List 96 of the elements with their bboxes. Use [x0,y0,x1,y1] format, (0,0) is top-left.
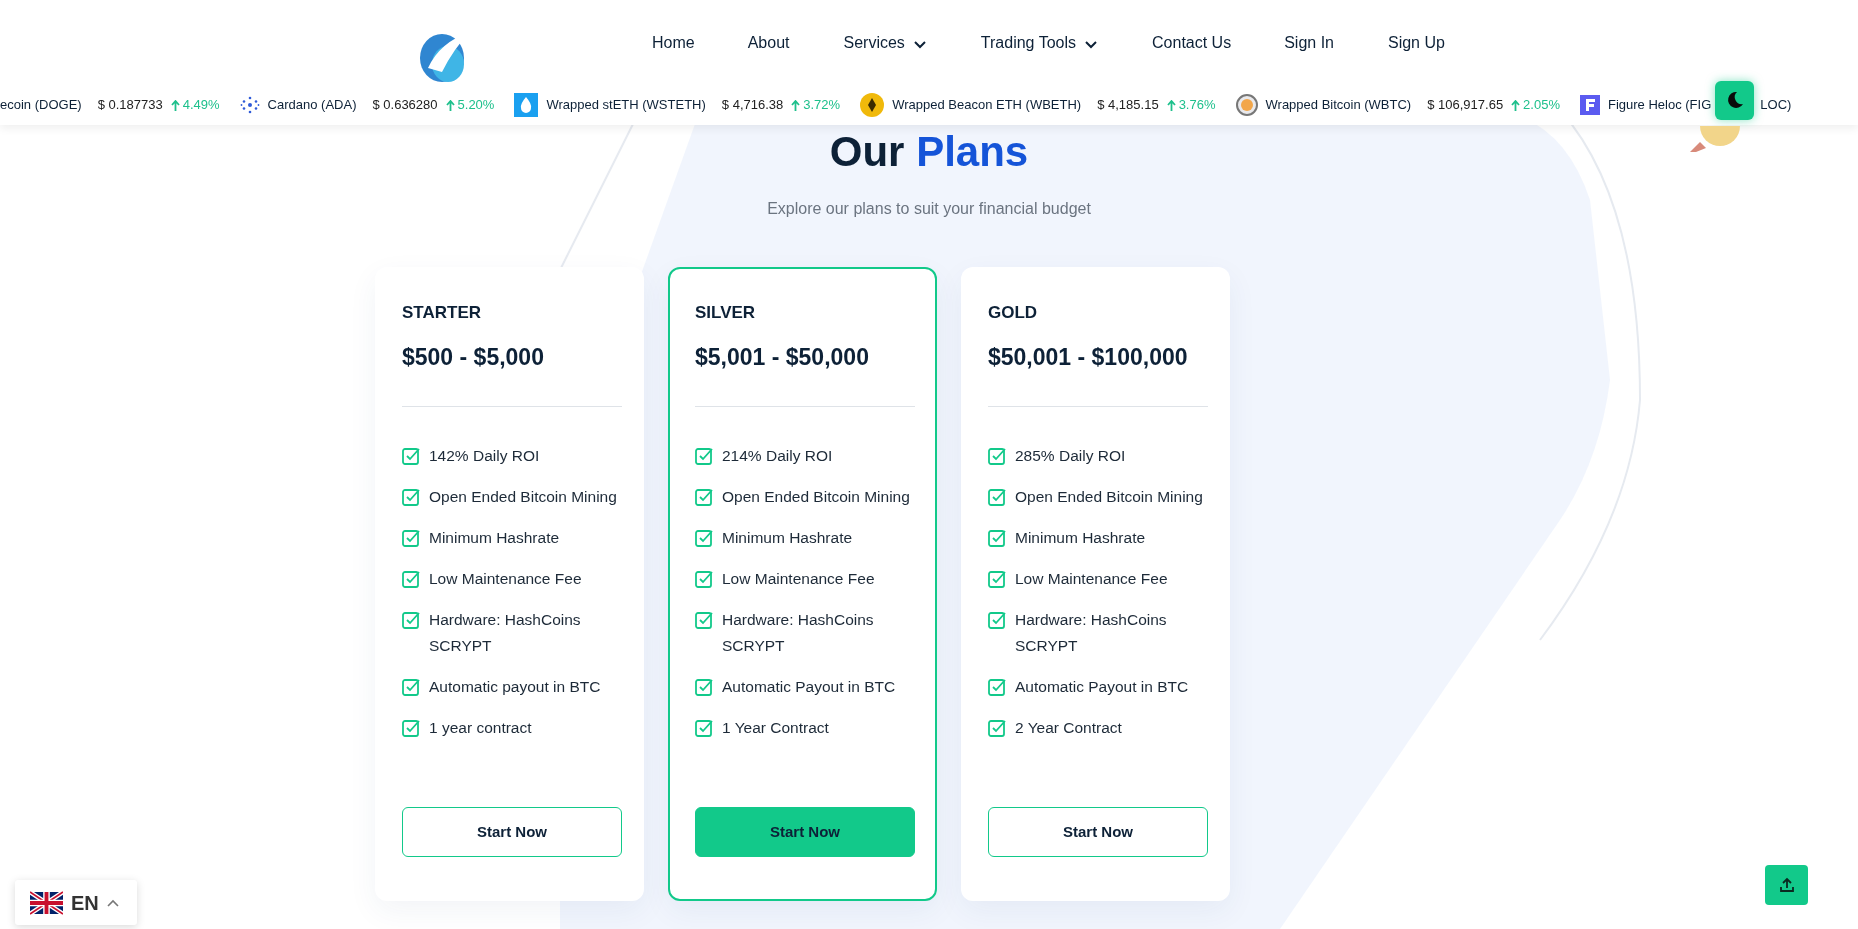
section-title: Our Plans [829,127,1029,177]
feature-text: 2 Year Contract [1015,718,1122,739]
check-icon [695,488,713,507]
arrow-up-icon [170,99,180,111]
check-icon [988,488,1006,507]
check-icon [695,447,713,466]
check-icon [402,447,420,466]
check-icon [402,678,420,697]
check-icon [402,488,420,507]
section-subtitle: Explore our plans to suit your financial budget [767,199,1091,220]
feature-text: Hardware: HashCoins SCRYPT [429,610,582,657]
arrow-up-icon [445,99,455,111]
price-change: 5.20% [445,95,495,115]
eth-coin-icon [860,93,885,117]
plan-name: SILVER [695,303,757,324]
bitcoin-coin-icon [1235,94,1258,116]
coin-name: Wrapped Beacon ETH (WBETH) [892,96,1082,115]
language-selector[interactable]: EN [15,880,137,925]
check-icon [988,719,1006,738]
feature-text: Open Ended Bitcoin Mining [1015,487,1203,508]
check-icon [695,678,713,697]
check-icon [695,611,713,630]
feature-text: Automatic Payout in BTC [1015,677,1189,698]
plan-price: $500 - $5,000 [402,342,545,372]
feature-text: Hardware: HashCoins SCRYPT [1015,610,1168,657]
feature-text: Minimum Hashrate [429,528,560,549]
nav-link[interactable]: Trading Tools [980,30,1099,55]
drop-icon [514,93,539,117]
coin-icon [1690,126,1740,152]
check-icon [402,719,420,738]
plan-name: GOLD [988,303,1039,324]
feature-text: 214% Daily ROI [722,446,833,467]
price-change: 2.05% [1511,95,1560,115]
check-icon [695,570,713,589]
upload-arrow-icon [1778,877,1795,893]
check-icon [695,719,713,738]
coin-name: Wrapped stETH (WSTETH) [546,96,706,115]
feature-text: Open Ended Bitcoin Mining [722,487,910,508]
price-change: 3.76% [1166,95,1216,115]
coin-price: $ 4,185.15 [1097,96,1159,115]
arrow-up-icon [1166,99,1176,111]
feature-text: Minimum Hashrate [1015,528,1146,549]
chevron-down-icon [1084,39,1099,50]
feature-text: 1 Year Contract [722,718,829,739]
back-to-top-button[interactable] [1765,865,1808,905]
feature-text: 142% Daily ROI [429,446,540,467]
feature-text: Automatic Payout in BTC [722,677,896,698]
nav-link[interactable]: Sign Up [1388,30,1445,55]
coin-price: $ 4,716.38 [721,96,784,115]
check-icon [402,570,420,589]
nav-link[interactable]: Services [843,30,927,55]
coin-price: $ 0.636280 [372,96,438,115]
feature-text: Minimum Hashrate [722,528,853,549]
plan-price: $5,001 - $50,000 [695,342,870,372]
coin-price: $ 0.187733 [97,96,163,115]
check-icon [402,611,420,630]
feature-text: Hardware: HashCoins SCRYPT [722,610,875,657]
check-icon [402,529,420,548]
price-change: 4.49% [170,95,220,115]
check-icon [988,611,1006,630]
caret-icon [106,898,119,907]
coin-name: ecoin (DOGE) [0,96,82,115]
chevron-down-icon [912,39,927,50]
nav-link[interactable]: About [747,30,790,55]
check-icon [988,447,1006,466]
feature-text: Low Maintenance Fee [1015,569,1168,590]
nav-link[interactable]: Home [652,30,695,55]
feature-text: 1 year contract [429,718,532,739]
cardano-dots-icon [239,95,260,115]
coin-name: Cardano (ADA) [267,96,357,115]
start-now-button[interactable]: Start Now [695,807,915,858]
feature-text: Open Ended Bitcoin Mining [429,487,617,508]
check-icon [695,529,713,548]
check-icon [988,529,1006,548]
feature-text: Automatic payout in BTC [429,677,601,698]
coin-name: LOC) [1760,96,1792,115]
arrow-up-icon [1511,99,1521,111]
start-now-button[interactable]: Start Now [402,807,622,858]
feature-text: 285% Daily ROI [1015,446,1126,467]
plan-name: STARTER [402,303,482,324]
uk-flag-icon [30,890,63,915]
check-icon [988,570,1006,589]
nav-link[interactable]: Sign In [1284,30,1334,55]
coin-name: Figure Heloc (FIG [1608,96,1712,115]
feature-text: Low Maintenance Fee [429,569,582,590]
coin-name: Wrapped Bitcoin (WBTC) [1265,96,1412,115]
nav-link[interactable]: Contact Us [1152,30,1232,55]
price-change: 3.72% [791,95,841,115]
start-now-button[interactable]: Start Now [988,807,1208,858]
check-icon [988,678,1006,697]
feature-text: Low Maintenance Fee [722,569,875,590]
app-logo-icon [1580,95,1600,115]
coin-price: $ 106,917.65 [1427,96,1504,115]
dark-mode-toggle[interactable] [1715,80,1755,120]
arrow-up-icon [791,99,801,111]
plan-price: $50,001 - $100,000 [988,342,1189,372]
